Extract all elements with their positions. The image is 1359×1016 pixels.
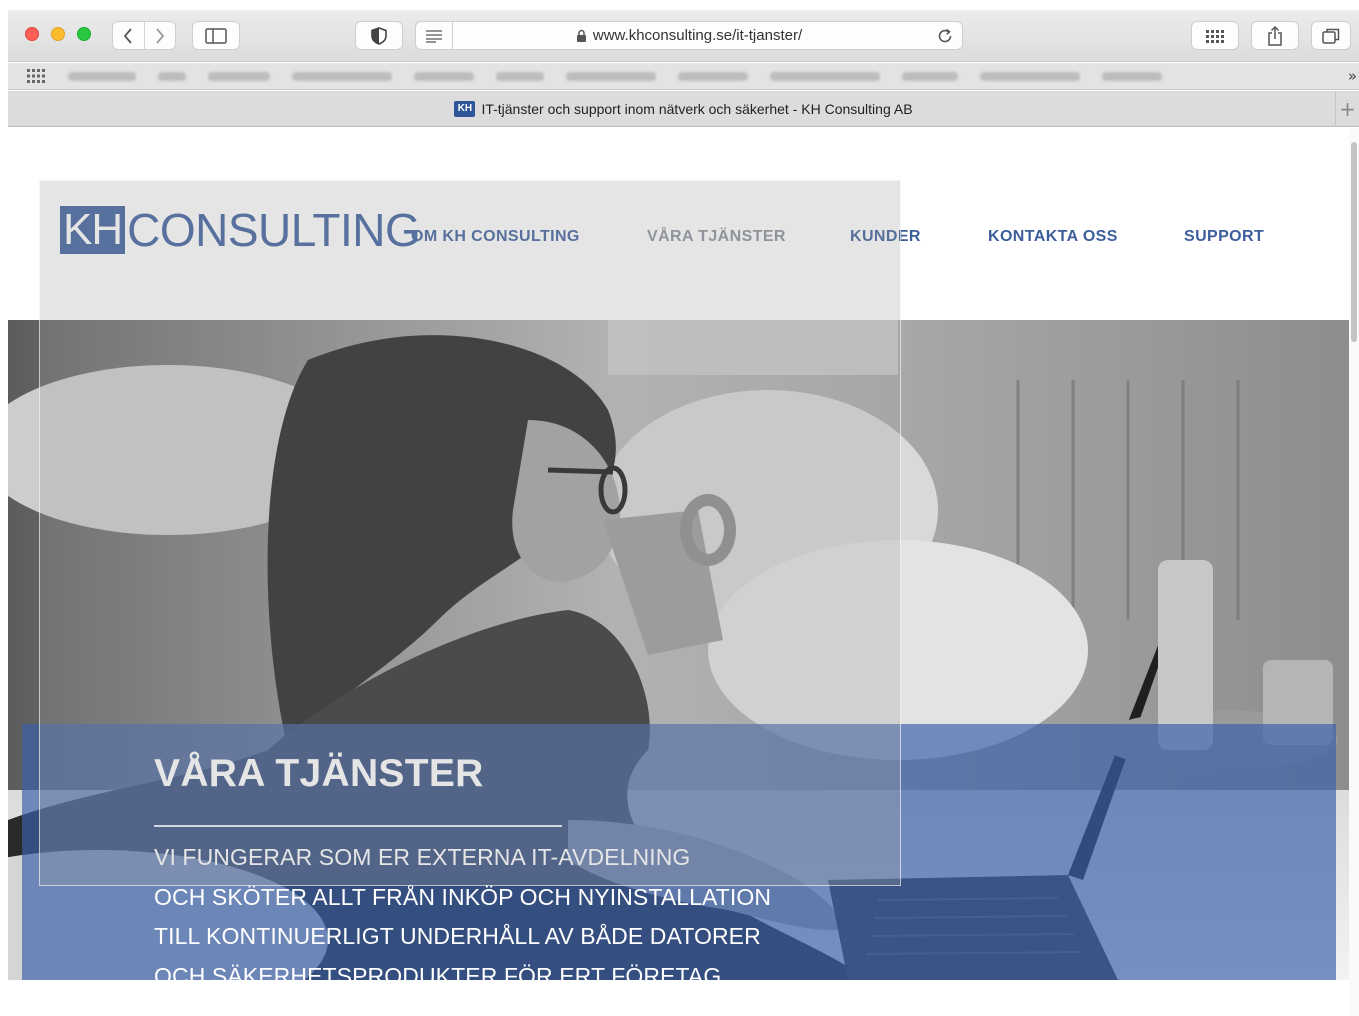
hero-title: VÅRA TJÄNSTER: [154, 752, 484, 795]
tab-title[interactable]: IT-tjänster och support inom nätverk och…: [481, 101, 912, 117]
browser-window: www.khconsulting.se/it-tjanster/ » KH IT…: [8, 10, 1359, 1016]
close-window-button[interactable]: [25, 27, 39, 41]
privacy-shield-button[interactable]: [355, 21, 403, 50]
bookmark-item[interactable]: [980, 71, 1080, 81]
nav-kunder[interactable]: KUNDER: [850, 228, 921, 246]
history-navigation: [112, 21, 176, 50]
hero-description: VI FUNGERAR SOM ER EXTERNA IT-AVDELNING …: [154, 838, 771, 980]
logo-wordmark: CONSULTING: [127, 204, 421, 256]
nav-kontakta-oss[interactable]: KONTAKTA OSS: [988, 228, 1118, 246]
bookmark-item[interactable]: [678, 71, 748, 81]
extensions-button[interactable]: [1191, 21, 1239, 50]
sidebar-icon: [205, 27, 227, 44]
nav-om-kh-consulting[interactable]: OM KH CONSULTING: [411, 228, 580, 246]
bookmark-items: [68, 71, 1184, 81]
bookmark-item[interactable]: [496, 71, 544, 81]
reader-icon: [426, 29, 442, 43]
tabs-icon: [1322, 28, 1340, 44]
site-favicon: KH: [454, 100, 476, 117]
sidebar-toggle-button[interactable]: [192, 21, 240, 50]
reload-icon[interactable]: [936, 27, 954, 45]
bookmark-item[interactable]: [414, 71, 474, 81]
hero-banner: VÅRA TJÄNSTER VI FUNGERAR SOM ER EXTERNA…: [22, 724, 1336, 980]
web-page: KH CONSULTING OM KH CONSULTING VÅRA TJÄN…: [8, 128, 1349, 1016]
nav-support[interactable]: SUPPORT: [1184, 228, 1264, 246]
minimize-window-button[interactable]: [51, 27, 65, 41]
site-logo[interactable]: KH CONSULTING: [60, 204, 421, 256]
share-button[interactable]: [1251, 21, 1299, 50]
hero-divider: [154, 825, 562, 827]
hero-section: VÅRA TJÄNSTER VI FUNGERAR SOM ER EXTERNA…: [8, 320, 1349, 980]
bookmark-item[interactable]: [292, 71, 392, 81]
lock-icon: [576, 29, 586, 42]
bookmark-item[interactable]: [1102, 71, 1162, 81]
chevron-left-icon: [124, 27, 132, 44]
bookmark-item[interactable]: [208, 71, 270, 81]
bookmark-item[interactable]: [902, 71, 958, 81]
hero-line: TILL KONTINUERLIGT UNDERHÅLL AV BÅDE DAT…: [154, 923, 761, 949]
chevron-right-icon: [156, 27, 164, 44]
tab-overview-button[interactable]: [1311, 21, 1351, 50]
hero-line: OCH SKÖTER ALLT FRÅN INKÖP OCH NYINSTALL…: [154, 883, 772, 910]
hero-line: OCH SÄKERHETSPRODUKTER FÖR ERT FÖRETAG: [154, 962, 722, 981]
tab-bar: KH IT-tjänster och support inom nätverk …: [8, 91, 1359, 127]
shield-icon: [371, 26, 387, 45]
url-text[interactable]: www.khconsulting.se/it-tjanster/: [593, 27, 802, 44]
hero-line: VI FUNGERAR SOM ER EXTERNA IT-AVDELNING: [154, 844, 691, 870]
bookmark-item[interactable]: [770, 71, 880, 81]
grid-icon: [1206, 29, 1224, 43]
bookmarks-overflow-icon[interactable]: »: [1348, 67, 1357, 85]
reader-view-button[interactable]: [415, 21, 453, 50]
bookmark-item[interactable]: [566, 71, 656, 81]
browser-toolbar: www.khconsulting.se/it-tjanster/: [8, 10, 1359, 62]
share-icon: [1268, 25, 1282, 46]
new-tab-button[interactable]: +: [1335, 91, 1359, 127]
address-bar[interactable]: www.khconsulting.se/it-tjanster/: [415, 21, 963, 50]
back-button[interactable]: [113, 22, 144, 49]
bookmark-item[interactable]: [68, 71, 136, 81]
forward-button[interactable]: [143, 22, 176, 49]
bookmarks-grid-icon[interactable]: [26, 68, 48, 84]
logo-kh-mark: KH: [60, 206, 126, 254]
bookmarks-bar: »: [8, 63, 1359, 90]
nav-vara-tjanster[interactable]: VÅRA TJÄNSTER: [647, 228, 786, 246]
bookmark-item[interactable]: [158, 71, 186, 81]
site-header: KH CONSULTING OM KH CONSULTING VÅRA TJÄN…: [8, 128, 1349, 320]
zoom-window-button[interactable]: [77, 27, 91, 41]
page-scrollbar[interactable]: [1349, 128, 1359, 1016]
scrollbar-thumb[interactable]: [1351, 142, 1357, 342]
